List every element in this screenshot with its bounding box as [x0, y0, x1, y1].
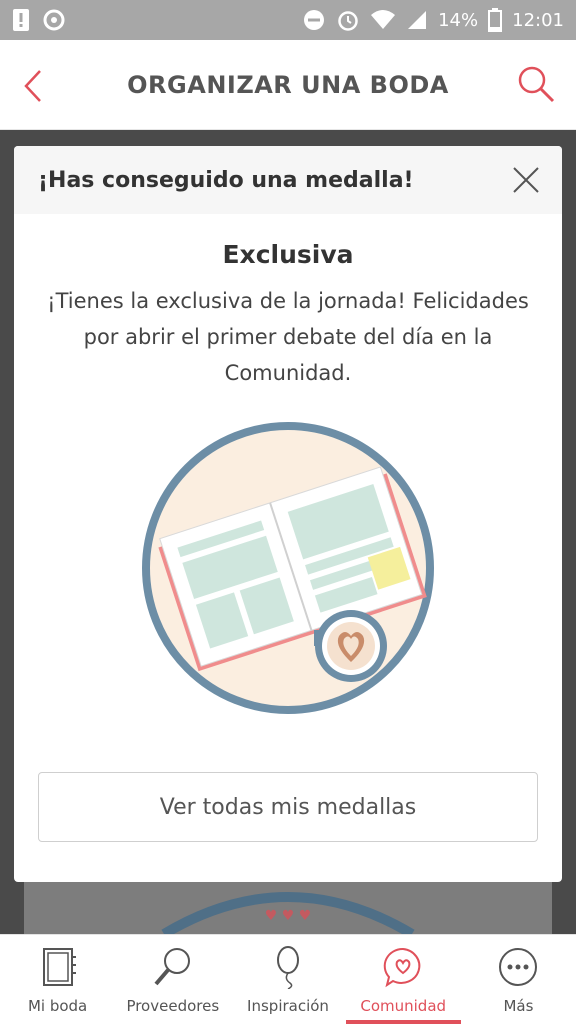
wifi-icon [371, 10, 396, 29]
nav-label: Mi boda [27, 997, 88, 1015]
nav-label: Comunidad [360, 997, 447, 1015]
nav-mas[interactable]: Más [461, 935, 576, 1024]
signal-icon [408, 11, 427, 29]
newspaper-coffee-illustration [142, 422, 434, 714]
medal-dialog: ¡Has conseguido una medalla! Exclusiva ¡… [14, 146, 562, 882]
nav-proveedores[interactable]: Proveedores [115, 935, 230, 1024]
nav-inspiracion[interactable]: Inspiración [230, 935, 345, 1024]
svg-text:♥ ♥ ♥: ♥ ♥ ♥ [265, 908, 312, 924]
sync-icon [43, 9, 65, 31]
nav-mi-boda[interactable]: Mi boda [0, 935, 115, 1024]
nav-label: Proveedores [126, 997, 220, 1015]
nav-label: Más [503, 997, 534, 1015]
battery-icon [488, 8, 503, 32]
background-medal-card: ♥ ♥ ♥ [24, 880, 552, 939]
alarm-icon [338, 11, 358, 31]
bottom-nav: Mi boda Proveedores Inspiración Comunida… [0, 934, 576, 1024]
search-icon[interactable] [516, 64, 556, 104]
background-medal-icon: ♥ ♥ ♥ [161, 892, 415, 939]
chevron-left-icon[interactable] [18, 68, 48, 104]
magnifier-icon [154, 948, 190, 986]
chat-heart-icon [383, 947, 421, 988]
dialog-title: ¡Has conseguido una medalla! [38, 167, 414, 193]
battery-percent: 14% [438, 9, 479, 31]
medal-name: Exclusiva [222, 240, 354, 269]
alert-icon [13, 9, 29, 31]
clock: 12:01 [512, 9, 564, 31]
nav-label: Inspiración [247, 997, 329, 1015]
page-title: ORGANIZAR UNA BODA [127, 70, 449, 99]
nav-comunidad[interactable]: Comunidad [345, 935, 462, 1024]
view-all-medals-button[interactable]: Ver todas mis medallas [38, 772, 538, 842]
more-icon [499, 948, 538, 986]
app-header: ORGANIZAR UNA BODA [0, 40, 576, 130]
dialog-header: ¡Has conseguido una medalla! [14, 146, 562, 214]
status-bar: 14% 12:01 [0, 0, 576, 40]
notebook-icon [42, 948, 76, 986]
balloon-icon [277, 946, 299, 989]
medal-description: ¡Tienes la exclusiva de la jornada! Feli… [47, 289, 529, 385]
dnd-icon [304, 10, 325, 30]
close-icon[interactable] [512, 166, 540, 194]
